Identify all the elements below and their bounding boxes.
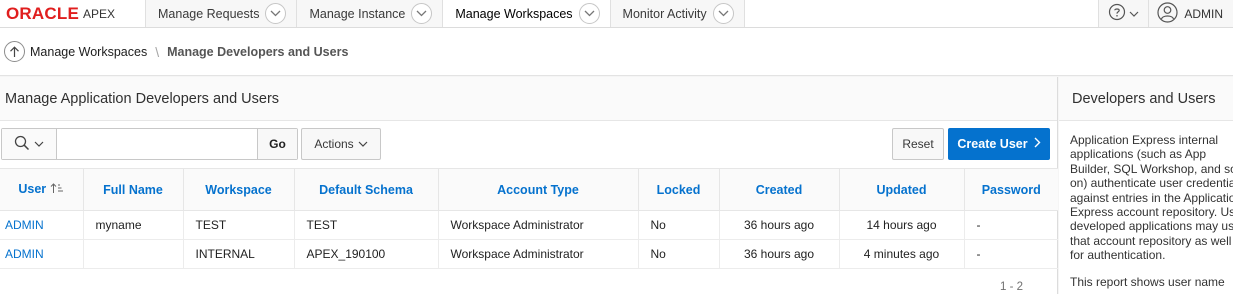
search-column-selector[interactable]: [2, 129, 57, 159]
oracle-apex-logo[interactable]: ORACLE APEX: [0, 0, 146, 27]
users-report-table: User Full Name Workspace Default Schema …: [0, 168, 1058, 269]
search-input[interactable]: [57, 129, 257, 159]
breadcrumb-link-manage-workspaces[interactable]: Manage Workspaces: [30, 45, 147, 59]
column-header-full-name[interactable]: Full Name: [83, 168, 184, 211]
help-text-line: Builder, SQL Workshop, and so: [1070, 161, 1233, 176]
nav-tab-label: Monitor Activity: [622, 6, 707, 21]
top-navigation: ORACLE APEX Manage Requests Manage Insta…: [0, 0, 1233, 28]
column-header-label: User: [18, 182, 47, 197]
search-group: Go: [1, 128, 298, 160]
column-header-locked[interactable]: Locked: [638, 168, 720, 211]
user-menu-button[interactable]: ADMIN: [1148, 0, 1233, 27]
help-text-line: on) authenticate user credentials: [1070, 176, 1233, 191]
password-cell: -: [964, 210, 1058, 240]
created-cell: 36 hours ago: [719, 210, 840, 240]
pagination-label: 1 - 2: [1000, 281, 1024, 293]
up-arrow-icon[interactable]: [4, 41, 25, 62]
column-header-workspace[interactable]: Workspace: [183, 168, 295, 211]
chevron-down-icon: [34, 137, 44, 151]
locked-cell: No: [638, 239, 720, 269]
full-name-cell: [83, 239, 184, 269]
chevron-down-icon[interactable]: [578, 3, 600, 24]
nav-tab-monitor-activity[interactable]: Monitor Activity: [610, 0, 745, 27]
region-title: Manage Application Developers and Users: [0, 77, 1057, 121]
account-type-cell: Workspace Administrator: [438, 210, 639, 240]
nav-tab-manage-workspaces[interactable]: Manage Workspaces: [443, 0, 611, 27]
updated-cell: 14 hours ago: [839, 210, 965, 240]
help-menu-button[interactable]: [1098, 0, 1149, 27]
column-header-updated[interactable]: Updated: [839, 168, 965, 211]
nav-tab-label: Manage Requests: [158, 6, 260, 21]
help-text-line: Application Express internal: [1070, 133, 1219, 147]
sort-ascending-icon: [50, 183, 64, 197]
chevron-down-icon[interactable]: [712, 3, 734, 24]
nav-tab-manage-instance[interactable]: Manage Instance: [297, 0, 444, 27]
help-text-line: developed applications may use: [1070, 219, 1233, 234]
workspace-cell: INTERNAL: [183, 239, 295, 269]
help-side-panel: Developers and Users Application Express…: [1059, 77, 1233, 294]
default-schema-cell: TEST: [294, 210, 439, 240]
chevron-right-icon: [1034, 137, 1041, 151]
updated-cell: 4 minutes ago: [839, 239, 965, 269]
nav-tab-manage-requests[interactable]: Manage Requests: [146, 0, 298, 27]
created-cell: 36 hours ago: [719, 239, 840, 269]
full-name-cell: myname: [83, 210, 184, 240]
help-text-line: against entries in the Application: [1070, 190, 1233, 205]
workspace-cell: TEST: [183, 210, 295, 240]
apex-wordmark: APEX: [82, 6, 115, 21]
actions-menu-button[interactable]: Actions: [301, 128, 381, 160]
password-cell: -: [964, 239, 1058, 269]
chevron-down-icon: [1129, 7, 1139, 21]
report-region: Manage Application Developers and Users …: [0, 77, 1058, 294]
search-icon: [14, 135, 30, 154]
help-text-line: applications (such as App: [1070, 147, 1207, 162]
user-link[interactable]: ADMIN: [0, 210, 84, 240]
chevron-down-icon: [358, 137, 368, 151]
table-header-row: User Full Name Workspace Default Schema …: [0, 168, 1058, 211]
column-header-password[interactable]: Password: [964, 168, 1058, 211]
help-text-line: that account repository as well: [1070, 233, 1232, 248]
report-toolbar: Go Actions Reset Create User: [0, 128, 1058, 160]
table-row: ADMIN INTERNAL APEX_190100 Workspace Adm…: [0, 239, 1058, 269]
help-icon: [1108, 3, 1126, 24]
chevron-down-icon[interactable]: [411, 3, 433, 24]
table-row: ADMIN myname TEST TEST Workspace Adminis…: [0, 210, 1058, 240]
help-text-line: Express account repository. Users of: [1070, 205, 1233, 220]
user-name-label: ADMIN: [1184, 6, 1223, 21]
side-panel-body: Application Express internal application…: [1059, 121, 1233, 289]
column-header-default-schema[interactable]: Default Schema: [294, 168, 439, 211]
create-user-label: Create User: [957, 137, 1028, 151]
help-text-line: for authentication.: [1070, 248, 1166, 263]
locked-cell: No: [638, 210, 720, 240]
user-link[interactable]: ADMIN: [0, 239, 84, 269]
user-icon: [1157, 1, 1178, 26]
column-header-account-type[interactable]: Account Type: [438, 168, 639, 211]
help-text-line: This report shows user name: [1070, 274, 1225, 289]
page-title: Manage Developers and Users: [167, 44, 349, 59]
nav-tab-label: Manage Workspaces: [455, 6, 573, 21]
chevron-down-icon[interactable]: [265, 3, 287, 24]
breadcrumb-separator: \: [155, 43, 160, 60]
account-type-cell: Workspace Administrator: [438, 239, 639, 269]
actions-label: Actions: [314, 137, 354, 151]
default-schema-cell: APEX_190100: [294, 239, 439, 269]
breadcrumb: Manage Workspaces \ Manage Developers an…: [0, 28, 1233, 76]
go-button[interactable]: Go: [257, 129, 297, 159]
nav-right-group: ADMIN: [1098, 0, 1233, 27]
side-panel-title: Developers and Users: [1059, 77, 1233, 121]
column-header-created[interactable]: Created: [719, 168, 840, 211]
create-user-button[interactable]: Create User: [948, 128, 1050, 160]
reset-button[interactable]: Reset: [892, 128, 944, 160]
nav-tab-label: Manage Instance: [309, 6, 406, 21]
column-header-user[interactable]: User: [0, 168, 84, 211]
oracle-wordmark: ORACLE: [6, 3, 79, 23]
